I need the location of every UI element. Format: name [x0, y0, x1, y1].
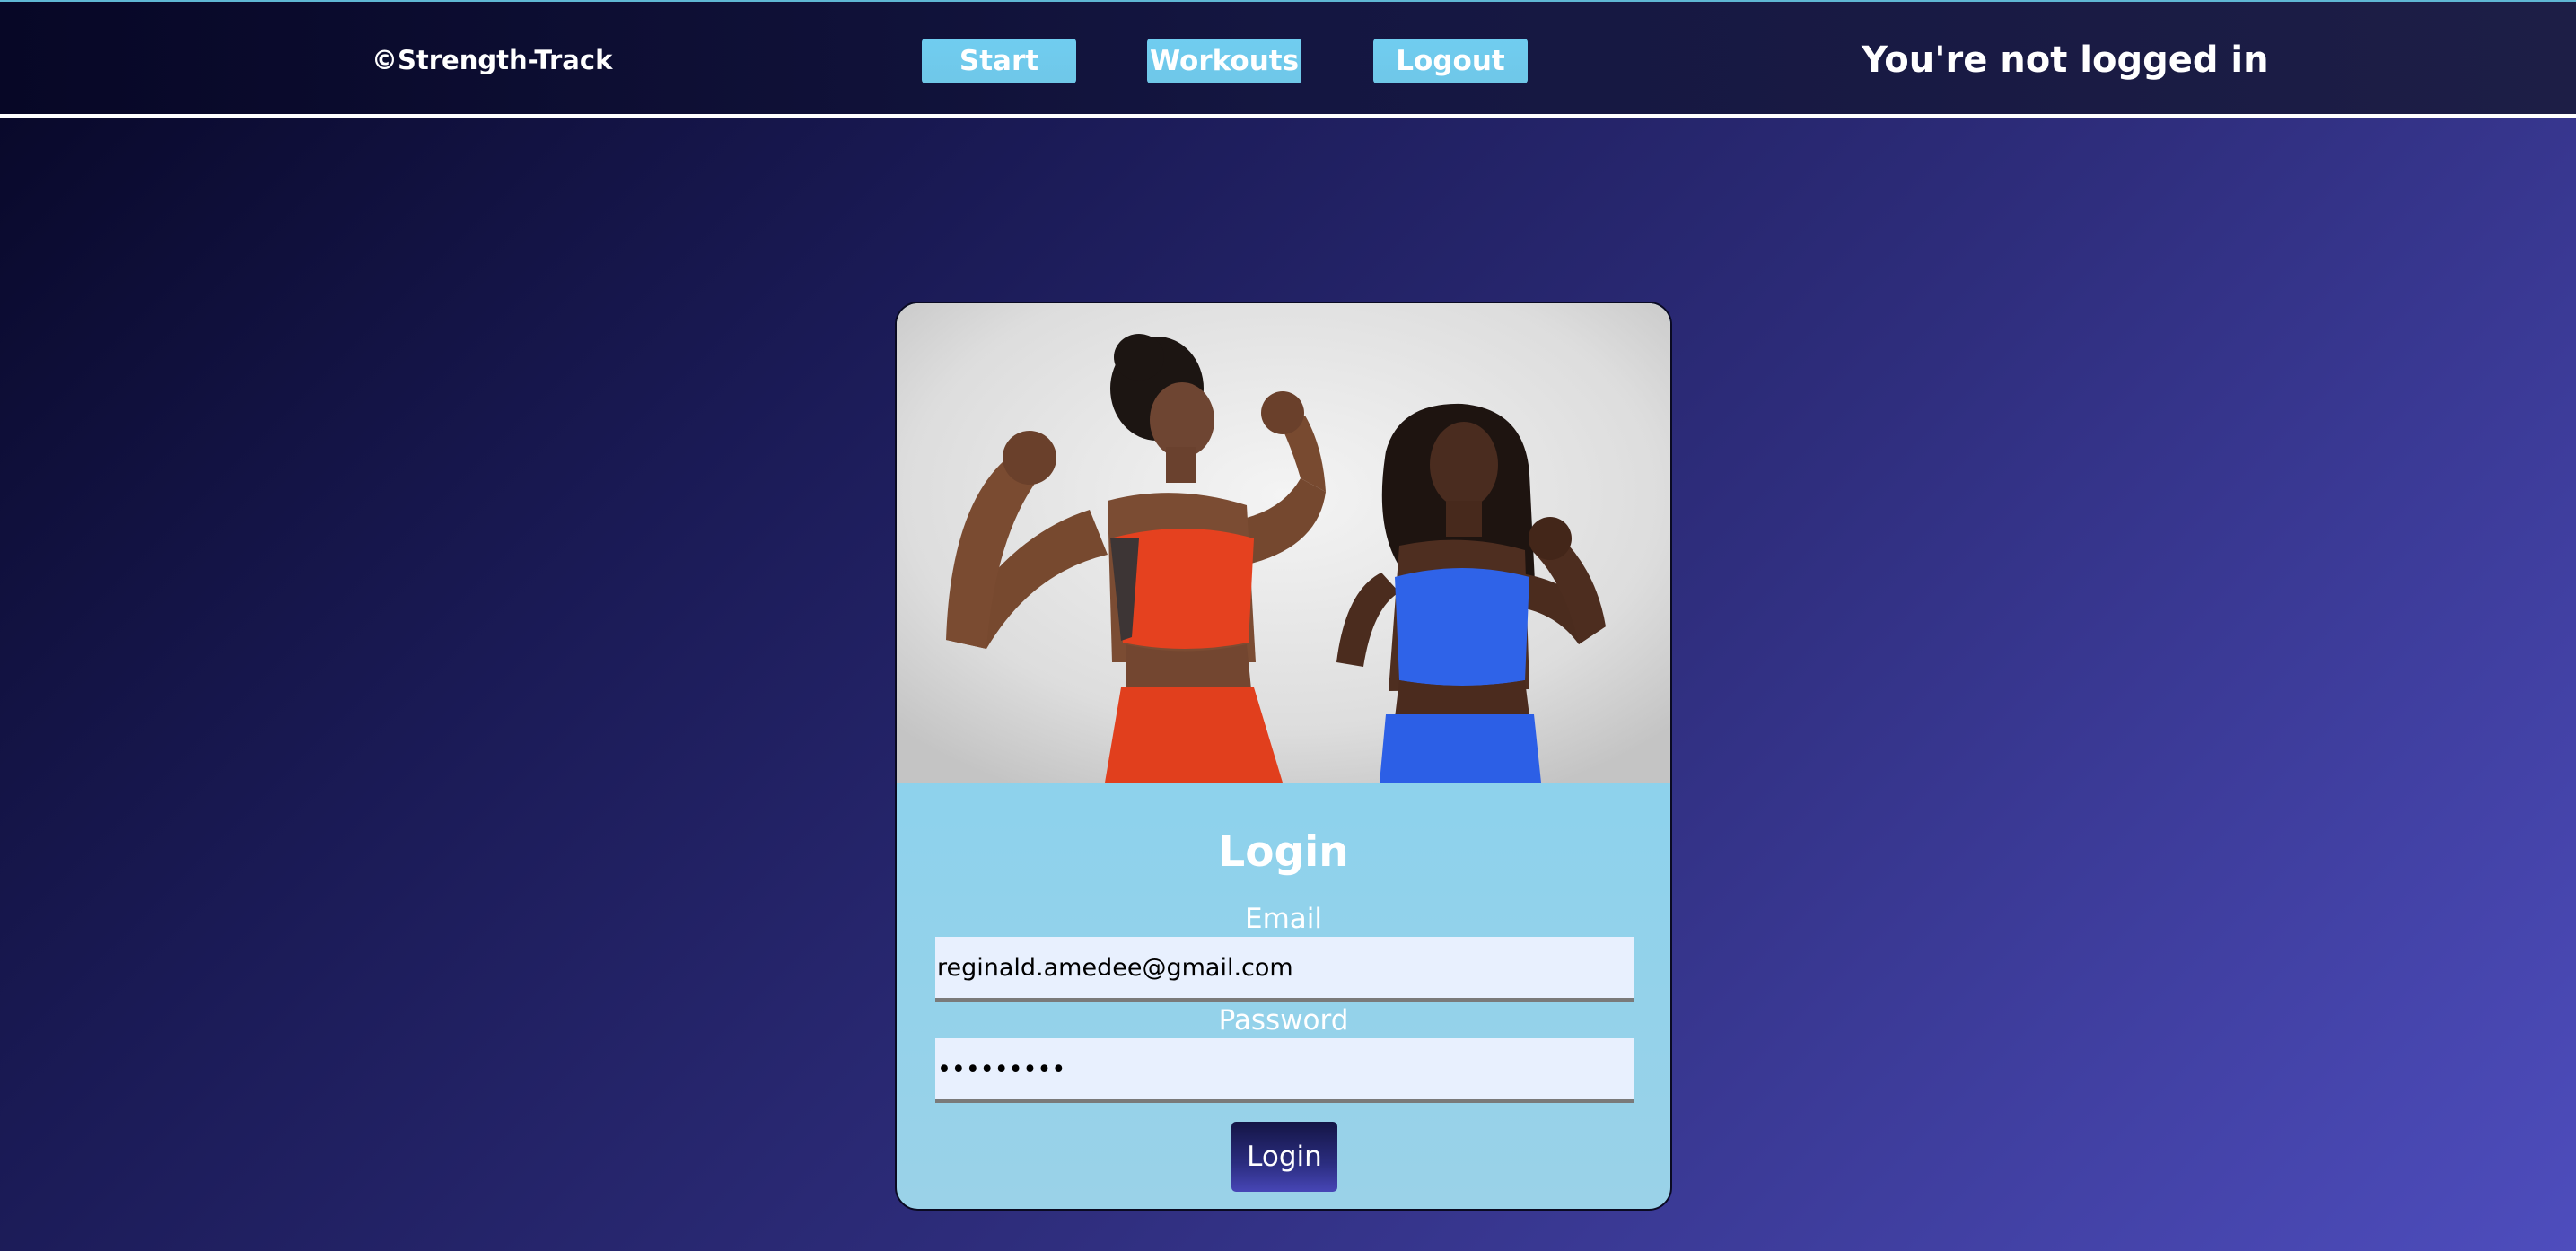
password-field[interactable] — [935, 1038, 1634, 1103]
login-title: Login — [1218, 827, 1349, 877]
nav-workouts-button[interactable]: Workouts — [1147, 39, 1301, 83]
password-label: Password — [1218, 1004, 1349, 1037]
nav-logout-button[interactable]: Logout — [1373, 39, 1528, 83]
login-submit-button[interactable]: Login — [1231, 1122, 1337, 1192]
brand-logo: ©Strength-Track — [372, 45, 613, 75]
nav-start-button[interactable]: Start — [922, 39, 1076, 83]
email-field[interactable] — [935, 937, 1634, 1002]
fitness-photo-illustration — [897, 303, 1670, 783]
fitness-photo — [897, 303, 1670, 783]
email-label: Email — [1244, 903, 1322, 935]
top-navbar: ©Strength-Track Start Workouts Logout Yo… — [0, 0, 2576, 118]
login-status-text: You're not logged in — [1862, 39, 2269, 81]
login-card: Login Email Password Login — [895, 302, 1672, 1211]
